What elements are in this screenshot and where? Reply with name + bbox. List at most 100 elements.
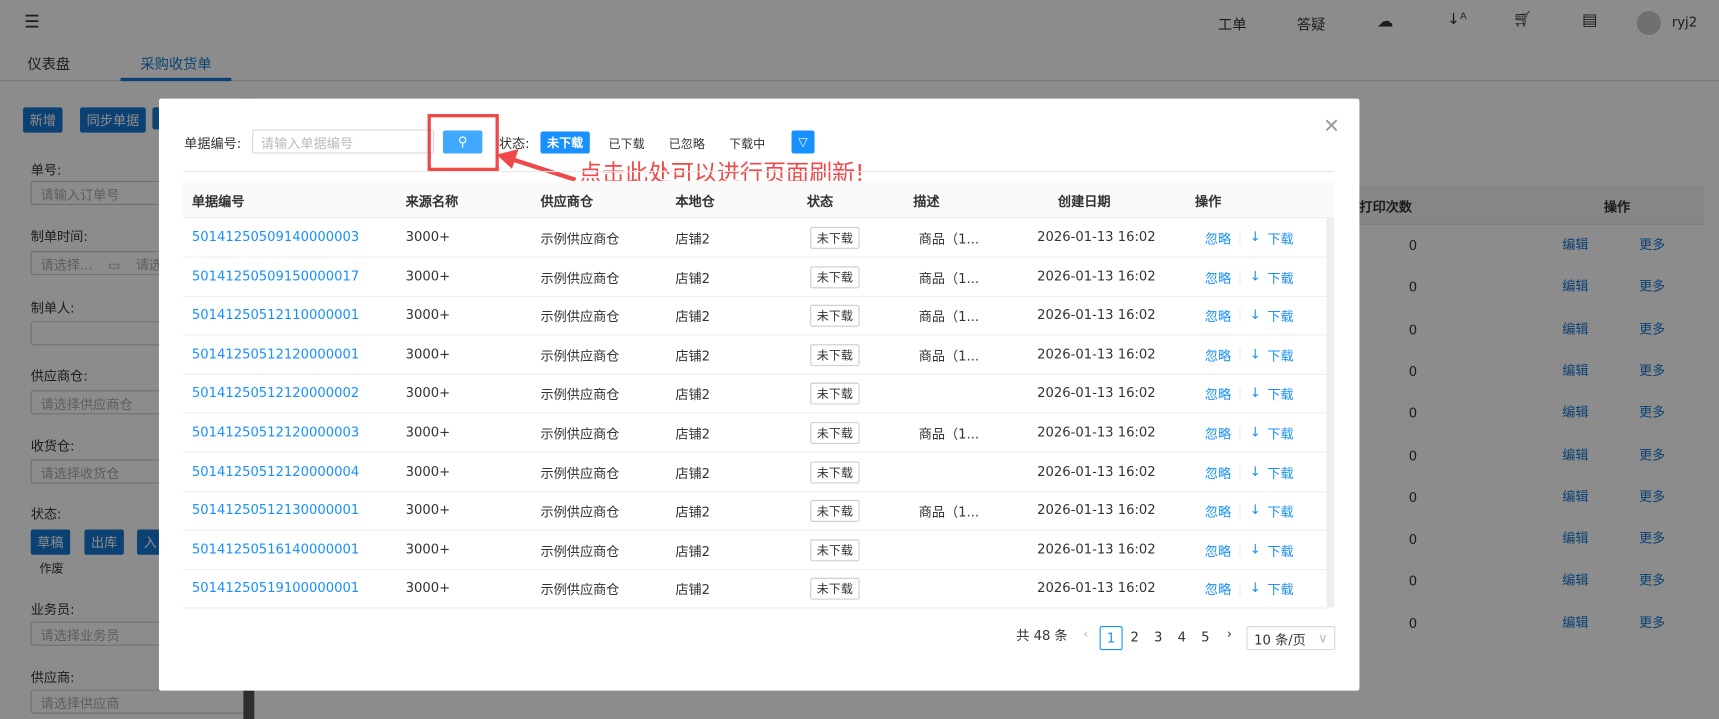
download-link[interactable]: 下载 (1267, 229, 1293, 248)
ignore-link[interactable]: 忽略 (1205, 502, 1231, 521)
download-link[interactable]: 下载 (1267, 502, 1293, 521)
table-row: 50141250512120000002 3000+ 示例供应商仓 店铺2 未下载 202… (183, 374, 1327, 414)
table-row: 50141250512120000003 3000+ 示例供应商仓 店铺2 未下载 商品（… (183, 413, 1327, 453)
download-link[interactable]: 下载 (1267, 346, 1293, 365)
ignore-link[interactable]: 忽略 (1205, 229, 1231, 248)
local-warehouse: 店铺2 (675, 231, 711, 247)
page-3[interactable]: 3 (1147, 626, 1170, 650)
page-size-value: 10 条/页 (1254, 632, 1306, 648)
ignore-link[interactable]: 忽略 (1205, 424, 1231, 443)
download-link[interactable]: 下载 (1267, 541, 1293, 560)
source-name: 3000+ (405, 307, 451, 323)
download-arrow-icon[interactable]: ↓ (1250, 307, 1261, 322)
download-link[interactable]: 下载 (1267, 424, 1293, 443)
ignore-link[interactable]: 忽略 (1205, 346, 1231, 365)
order-id-link[interactable]: 50141250512120000002 (192, 385, 359, 400)
download-arrow-icon[interactable]: ↓ (1250, 385, 1261, 400)
order-id-link[interactable]: 50141250512120000004 (192, 463, 359, 478)
ignore-link[interactable]: 忽略 (1205, 541, 1231, 560)
download-arrow-icon[interactable]: ↓ (1250, 541, 1261, 556)
close-icon[interactable]: ✕ (1323, 115, 1340, 138)
download-link[interactable]: 下载 (1267, 580, 1293, 599)
next-page-icon[interactable]: › (1227, 626, 1232, 641)
order-id-link[interactable]: 50141250509150000017 (192, 268, 359, 283)
source-name: 3000+ (405, 346, 451, 362)
download-arrow-icon[interactable]: ↓ (1250, 229, 1261, 244)
description: 商品（1... (918, 309, 980, 325)
table-row: 50141250512120000001 3000+ 示例供应商仓 店铺2 未下载 商品（… (183, 335, 1327, 375)
action-divider: | (1237, 229, 1243, 245)
status-downloaded[interactable]: 已下载 (608, 135, 644, 153)
status-badge: 未下载 (810, 500, 860, 523)
download-arrow-icon[interactable]: ↓ (1250, 424, 1261, 439)
status-badge: 未下载 (810, 226, 860, 249)
supplier-warehouse: 示例供应商仓 (540, 543, 620, 559)
supplier-warehouse: 示例供应商仓 (540, 231, 620, 247)
page-1[interactable]: 1 (1099, 625, 1123, 651)
supplier-warehouse: 示例供应商仓 (540, 387, 620, 403)
supplier-warehouse: 示例供应商仓 (540, 348, 620, 364)
action-divider: | (1237, 424, 1243, 440)
column-header: 本地仓 (675, 194, 715, 210)
ignore-link[interactable]: 忽略 (1205, 580, 1231, 599)
filter-button[interactable]: ▽ (791, 130, 815, 154)
local-warehouse: 店铺2 (675, 465, 711, 481)
ignore-link[interactable]: 忽略 (1205, 307, 1231, 326)
page-2[interactable]: 2 (1123, 626, 1146, 650)
page-4[interactable]: 4 (1170, 626, 1193, 650)
table-scrollbar[interactable] (1326, 218, 1335, 608)
order-id-link[interactable]: 50141250512120000001 (192, 346, 359, 361)
local-warehouse: 店铺2 (675, 348, 711, 364)
local-warehouse: 店铺2 (675, 387, 711, 403)
table-row: 50141250512130000001 3000+ 示例供应商仓 店铺2 未下载 商品（… (183, 491, 1327, 531)
download-link[interactable]: 下载 (1267, 463, 1293, 482)
download-arrow-icon[interactable]: ↓ (1250, 580, 1261, 595)
action-divider: | (1237, 346, 1243, 362)
order-id-link[interactable]: 50141250512110000001 (192, 307, 359, 322)
page-5[interactable]: 5 (1194, 626, 1217, 650)
download-arrow-icon[interactable]: ↓ (1250, 463, 1261, 478)
status-badge: 未下载 (810, 422, 860, 445)
description: 商品（1... (918, 231, 980, 247)
download-arrow-icon[interactable]: ↓ (1250, 502, 1261, 517)
download-link[interactable]: 下载 (1267, 385, 1293, 404)
prev-page-icon[interactable]: ‹ (1083, 626, 1088, 641)
status-badge: 未下载 (810, 539, 860, 562)
local-warehouse: 店铺2 (675, 582, 711, 598)
source-name: 3000+ (405, 229, 451, 245)
ignore-link[interactable]: 忽略 (1205, 463, 1231, 482)
created-date: 2026-01-13 16:02 (1037, 346, 1156, 362)
supplier-warehouse: 示例供应商仓 (540, 504, 620, 520)
table-row: 50141250509150000017 3000+ 示例供应商仓 店铺2 未下载 商品（… (183, 257, 1327, 297)
column-header: 描述 (913, 194, 940, 210)
status-ignored[interactable]: 已忽略 (669, 135, 705, 153)
page-size-select[interactable]: 10 条/页 ∨ (1246, 625, 1336, 651)
status-downloading[interactable]: 下载中 (729, 135, 765, 153)
order-id-link[interactable]: 50141250516140000001 (192, 541, 359, 556)
download-arrow-icon[interactable]: ↓ (1250, 268, 1261, 283)
status-badge: 未下载 (810, 578, 860, 601)
action-divider: | (1237, 502, 1243, 518)
created-date: 2026-01-13 16:02 (1037, 385, 1156, 401)
ignore-link[interactable]: 忽略 (1205, 385, 1231, 404)
ignore-link[interactable]: 忽略 (1205, 268, 1231, 287)
description: 商品（1... (918, 270, 980, 286)
source-name: 3000+ (405, 463, 451, 479)
created-date: 2026-01-13 16:02 (1037, 463, 1156, 479)
download-link[interactable]: 下载 (1267, 307, 1293, 326)
column-header: 单据编号 (191, 194, 245, 210)
download-dialog: ✕ 单据编号: 请输入单据编号 ⚲ 状态: 未下载 已下载 已忽略 下载中 ▽ … (158, 98, 1360, 691)
description: 商品（1... (918, 348, 980, 364)
order-id-link[interactable]: 50141250512120000003 (192, 424, 359, 439)
order-id-link[interactable]: 50141250509140000003 (192, 229, 359, 244)
order-id-link[interactable]: 50141250512130000001 (192, 502, 359, 517)
order-search-input[interactable]: 请输入单据编号 (252, 129, 435, 154)
source-name: 3000+ (405, 385, 451, 401)
action-divider: | (1237, 307, 1243, 323)
order-id-link[interactable]: 50141250519100000001 (192, 580, 359, 595)
local-warehouse: 店铺2 (675, 270, 711, 286)
download-arrow-icon[interactable]: ↓ (1250, 346, 1261, 361)
download-link[interactable]: 下载 (1267, 268, 1293, 287)
column-header: 操作 (1194, 194, 1222, 210)
source-name: 3000+ (405, 268, 451, 284)
